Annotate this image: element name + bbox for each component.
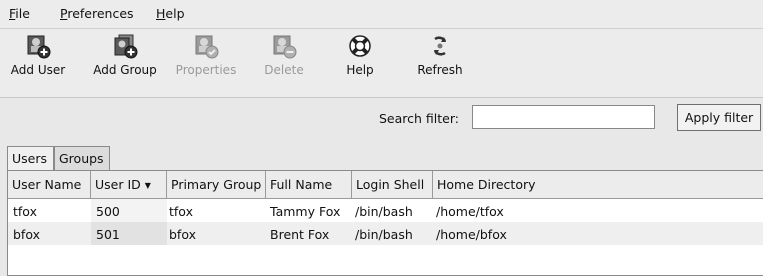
table-header: User Name User ID ▼ Primary Group Full Na… (8, 171, 763, 199)
refresh-label: Refresh (417, 63, 463, 77)
add-group-label: Add Group (93, 63, 157, 77)
cell-user-name: bfox (13, 227, 40, 242)
cell-user-id: 500 (96, 204, 120, 219)
menu-preferences[interactable]: Preferences (60, 6, 134, 21)
refresh-icon (433, 36, 447, 56)
cell-user-name: tfox (13, 204, 37, 219)
refresh-button[interactable]: Refresh (412, 33, 468, 93)
help-lifebuoy-icon (349, 35, 371, 57)
delete-icon (273, 35, 297, 59)
properties-button[interactable]: Properties (170, 33, 242, 93)
search-bar: Search filter: Apply filter (0, 98, 763, 142)
search-filter-label: Search filter: (379, 111, 459, 126)
cell-login-shell: /bin/bash (355, 204, 413, 219)
column-header-user-id[interactable]: User ID ▼ (91, 171, 167, 198)
delete-label: Delete (264, 63, 304, 77)
help-button[interactable]: Help (340, 33, 380, 93)
tab-users[interactable]: Users (7, 146, 54, 170)
delete-button[interactable]: Delete (256, 33, 312, 93)
properties-label: Properties (175, 63, 237, 77)
cell-primary-group: bfox (169, 227, 196, 242)
cell-full-name: Tammy Fox (270, 204, 341, 219)
cell-full-name: Brent Fox (270, 227, 330, 242)
menu-file[interactable]: File (9, 6, 30, 21)
column-header-full-name[interactable]: Full Name (266, 171, 352, 198)
apply-filter-button[interactable]: Apply filter (677, 104, 761, 131)
toolbar: Add User Add Group Properties Delete Hel… (0, 29, 763, 98)
menu-help[interactable]: Help (156, 6, 185, 21)
column-header-login-shell[interactable]: Login Shell (352, 171, 433, 198)
cell-primary-group: tfox (169, 204, 193, 219)
add-user-label: Add User (10, 63, 66, 77)
search-filter-input[interactable] (472, 105, 655, 129)
menu-bar: File Preferences Help (0, 0, 763, 29)
sort-descending-icon: ▼ (144, 181, 151, 190)
table-row[interactable]: tfox 500 tfox Tammy Fox /bin/bash /home/… (8, 199, 763, 222)
table-row[interactable]: bfox 501 bfox Brent Fox /bin/bash /home/… (8, 222, 763, 245)
add-group-button[interactable]: Add Group (88, 33, 162, 93)
column-header-primary-group[interactable]: Primary Group (167, 171, 266, 198)
column-header-user-name[interactable]: User Name (8, 171, 91, 198)
add-group-icon (114, 34, 138, 59)
column-header-home-directory[interactable]: Home Directory (433, 171, 763, 198)
users-table: User Name User ID ▼ Primary Group Full Na… (7, 170, 763, 276)
cell-home-directory: /home/bfox (436, 227, 507, 242)
cell-login-shell: /bin/bash (355, 227, 413, 242)
help-label: Help (346, 63, 374, 77)
properties-icon (195, 35, 219, 59)
add-user-button[interactable]: Add User (6, 33, 70, 93)
add-user-icon (27, 35, 51, 59)
cell-user-id: 501 (96, 227, 120, 242)
tab-groups[interactable]: Groups (54, 146, 110, 170)
cell-home-directory: /home/tfox (436, 204, 504, 219)
